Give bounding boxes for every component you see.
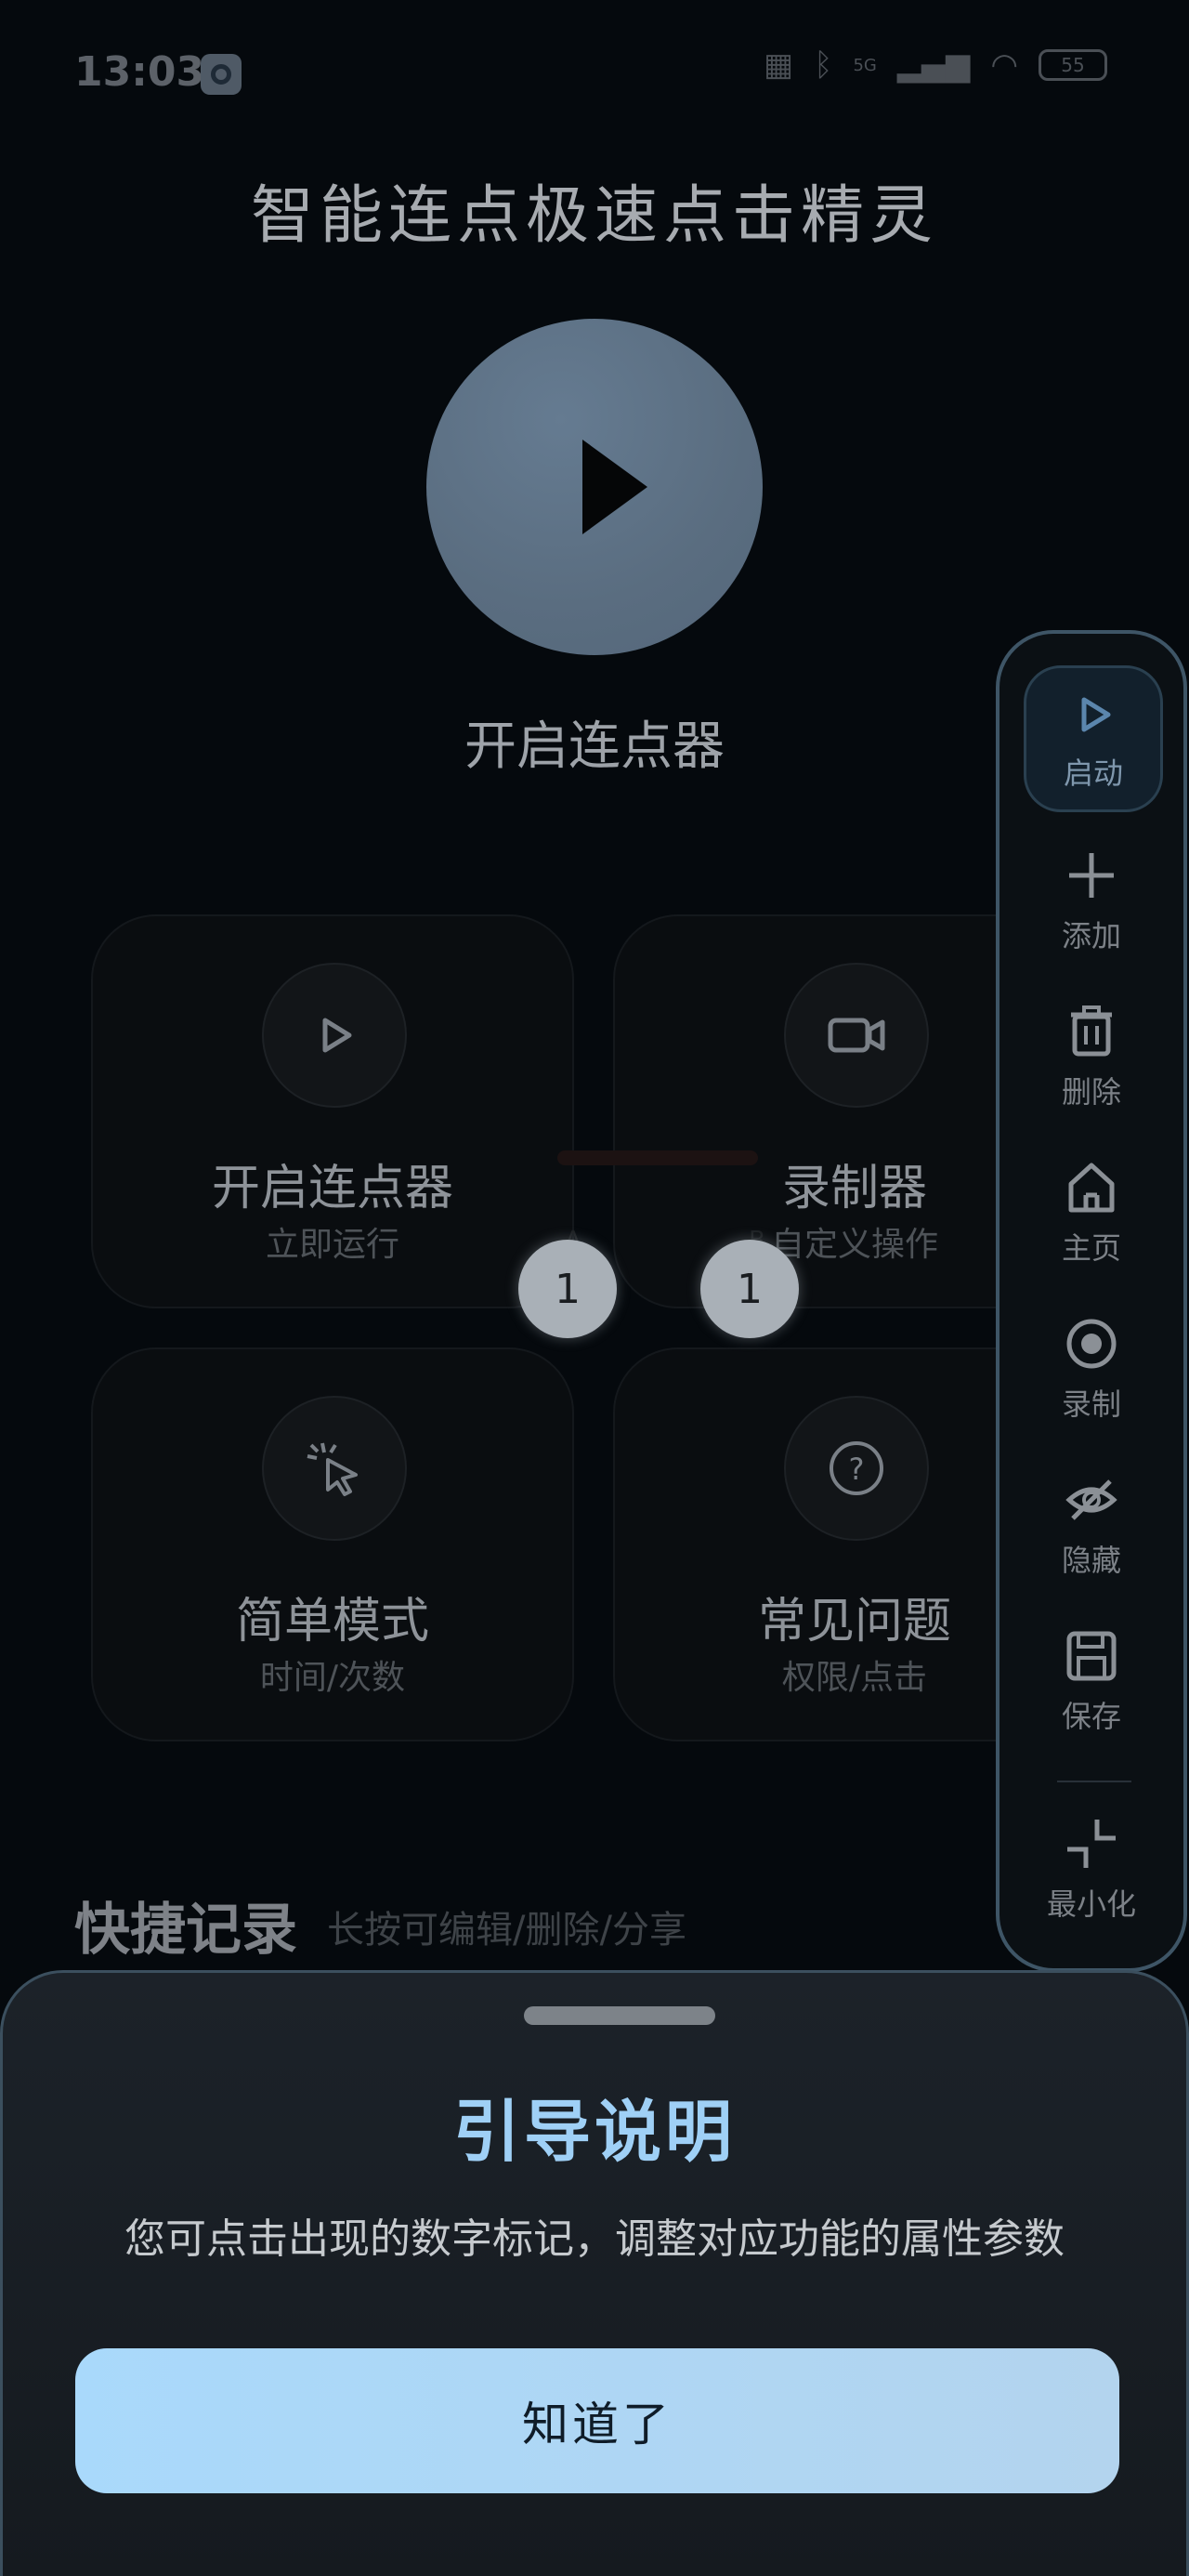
toolbar-item-label: 隐藏 xyxy=(1061,1543,1121,1578)
quick-records-title: 快捷记录 xyxy=(74,1898,297,1963)
question-icon: ? xyxy=(784,1396,929,1541)
toolbar-minimize-button[interactable]: 最小化 xyxy=(1000,1816,1183,1924)
toolbar-item-label: 录制 xyxy=(1061,1387,1121,1422)
record-icon xyxy=(1066,1319,1117,1369)
home-icon xyxy=(1068,1163,1115,1213)
toolbar-start-button[interactable]: 启动 xyxy=(1024,665,1163,812)
toolbar-delete-button[interactable]: 删除 xyxy=(1000,1004,1183,1111)
toolbar-item-label: 删除 xyxy=(1061,1074,1121,1110)
floating-toolbar: 启动 添加 删除 主页 录制 隐藏 保存 最小化 xyxy=(996,630,1187,1972)
guide-title: 引导说明 xyxy=(452,2093,736,2171)
toolbar-item-label: 启动 xyxy=(1063,756,1123,791)
svg-text:?: ? xyxy=(849,1452,865,1487)
play-icon xyxy=(582,440,647,534)
toolbar-item-label: 最小化 xyxy=(1046,1886,1136,1922)
eye-off-icon xyxy=(1065,1479,1117,1520)
trash-icon xyxy=(1071,1005,1112,1057)
app-notification-icon xyxy=(201,54,242,95)
signal-icon: ▂▄▆ xyxy=(896,46,971,84)
start-clicker-button[interactable] xyxy=(426,319,763,655)
toolbar-save-button[interactable]: 保存 xyxy=(1000,1628,1183,1736)
guide-sheet: 引导说明 您可点击出现的数字标记，调整对应功能的属性参数 知道了 xyxy=(0,1970,1189,2576)
status-icons: ▦ ᛒ 5G ▂▄▆ ◠ 55 xyxy=(764,46,1107,84)
page-title: 智能连点极速点击精灵 xyxy=(250,179,938,253)
card-simple-mode[interactable]: 简单模式 时间/次数 xyxy=(91,1347,574,1741)
quick-records-hint: 长按可编辑/删除/分享 xyxy=(327,1909,686,1952)
plus-icon xyxy=(1069,853,1114,898)
toolbar-add-button[interactable]: 添加 xyxy=(1000,848,1183,955)
play-icon xyxy=(262,963,407,1108)
card-title: 开启连点器 xyxy=(211,1161,453,1216)
play-outline-icon xyxy=(1081,697,1111,732)
toolbar-item-label: 保存 xyxy=(1061,1699,1121,1734)
cursor-click-icon xyxy=(262,1396,407,1541)
toolbar-divider xyxy=(1057,1781,1131,1782)
sheet-drag-handle[interactable] xyxy=(524,2006,715,2025)
toolbar-record-button[interactable]: 录制 xyxy=(1000,1316,1183,1424)
battery-icon: 55 xyxy=(1039,49,1107,81)
card-subtitle: 时间/次数 xyxy=(259,1659,406,1697)
nfc-icon: ▦ xyxy=(763,46,794,84)
network-type: 5G xyxy=(853,55,877,75)
save-icon xyxy=(1066,1631,1117,1681)
card-subtitle: 立即运行 xyxy=(265,1226,399,1264)
card-title: 简单模式 xyxy=(235,1594,429,1649)
marker-a[interactable]: 1 xyxy=(518,1240,617,1338)
toolbar-item-label: 主页 xyxy=(1061,1230,1121,1266)
toolbar-home-button[interactable]: 主页 xyxy=(1000,1160,1183,1268)
got-it-button[interactable]: 知道了 xyxy=(75,2348,1119,2493)
marker-connector xyxy=(557,1150,758,1165)
card-start-clicker[interactable]: 开启连点器 立即运行 xyxy=(91,914,574,1308)
toolbar-item-label: 添加 xyxy=(1061,918,1121,953)
status-bar: 13:03 ▦ ᛒ 5G ▂▄▆ ◠ 55 xyxy=(0,0,1189,149)
toolbar-hide-button[interactable]: 隐藏 xyxy=(1000,1472,1183,1580)
video-camera-icon xyxy=(784,963,929,1108)
status-time: 13:03 xyxy=(74,48,205,96)
marker-b[interactable]: 1 xyxy=(700,1240,799,1338)
guide-description: 您可点击出现的数字标记，调整对应功能的属性参数 xyxy=(124,2215,1065,2263)
wifi-icon: ◠ xyxy=(990,46,1018,84)
minimize-icon xyxy=(1067,1820,1116,1868)
bluetooth-icon: ᛒ xyxy=(814,46,833,84)
